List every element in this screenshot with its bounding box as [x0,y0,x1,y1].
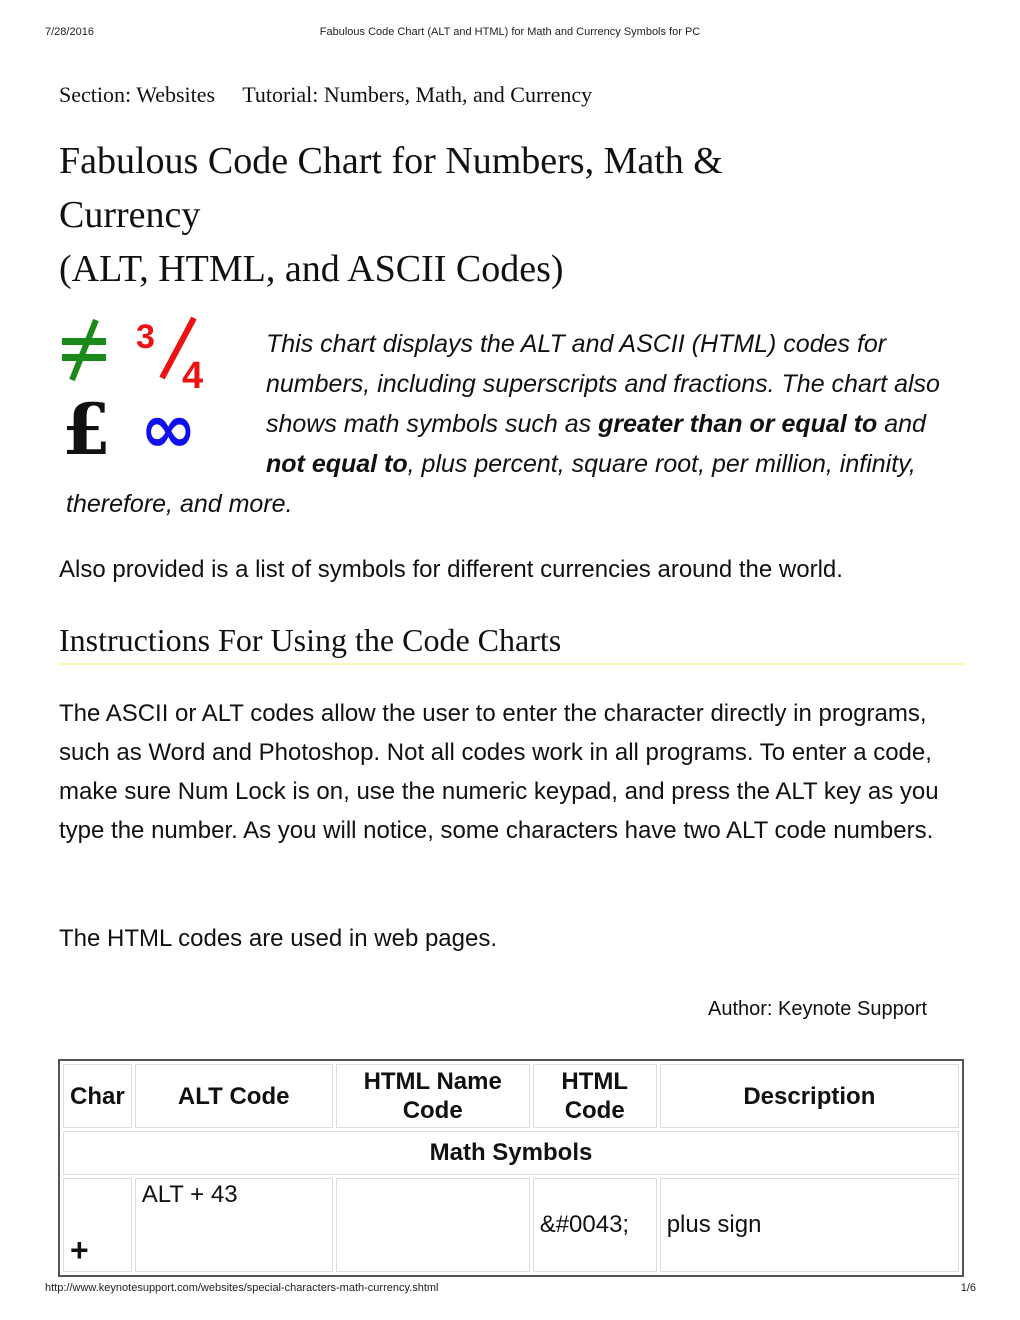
page-title: Fabulous Code Chart for Numbers, Math & … [59,134,959,296]
breadcrumb-tutorial-link[interactable]: Tutorial: Numbers, Math, and Currency [242,82,592,107]
currencies-note: Also provided is a list of symbols for d… [59,556,843,583]
page-title-line-2: Currency [59,194,201,236]
intro-paragraph: This chart displays the ALT and ASCII (H… [66,330,940,518]
intro-highlight-gte: greater than or equal to [598,410,878,438]
group-label-math-symbols: Math Symbols [63,1131,959,1175]
cell-alt-code: ALT + 43 [134,1178,333,1272]
cell-description: plus sign [659,1178,959,1272]
author-credit: Author: Keynote Support [708,998,928,1020]
column-header-html-name-code: HTML Name Code [335,1064,530,1128]
table-header-row: Char ALT Code HTML Name Code HTML Code D… [63,1064,959,1128]
table-group-row: Math Symbols [63,1131,959,1175]
intro-highlight-ne: not equal to [266,450,408,478]
cell-char: + [63,1178,132,1272]
column-header-char: Char [63,1064,132,1128]
breadcrumb: Section: Websites Tutorial: Numbers, Mat… [59,82,614,108]
print-page-title: Fabulous Code Chart (ALT and HTML) for M… [319,26,701,38]
cell-html-code: &#0043; [532,1178,657,1272]
page-title-line-1: Fabulous Code Chart for Numbers, Math & [59,140,723,182]
instructions-paragraph: The ASCII or ALT codes allow the user to… [59,700,939,844]
breadcrumb-section-link[interactable]: Section: Websites [59,82,215,107]
code-chart-table: Char ALT Code HTML Name Code HTML Code D… [58,1059,964,1277]
html-codes-paragraph: The HTML codes are used in web pages. [59,925,498,952]
print-url: http://www.keynotesupport.com/websites/s… [45,1282,439,1294]
instructions-heading: Instructions For Using the Code Charts [59,622,965,665]
column-header-html-code: HTML Code [532,1064,657,1128]
table-row: + ALT + 43 &#0043; plus sign [63,1178,959,1272]
page-title-line-3: (ALT, HTML, and ASCII Codes) [59,248,564,290]
column-header-alt-code: ALT Code [134,1064,333,1128]
column-header-description: Description [659,1064,959,1128]
print-page-number: 1/6 [960,1282,976,1294]
cell-html-name-code [335,1178,530,1272]
